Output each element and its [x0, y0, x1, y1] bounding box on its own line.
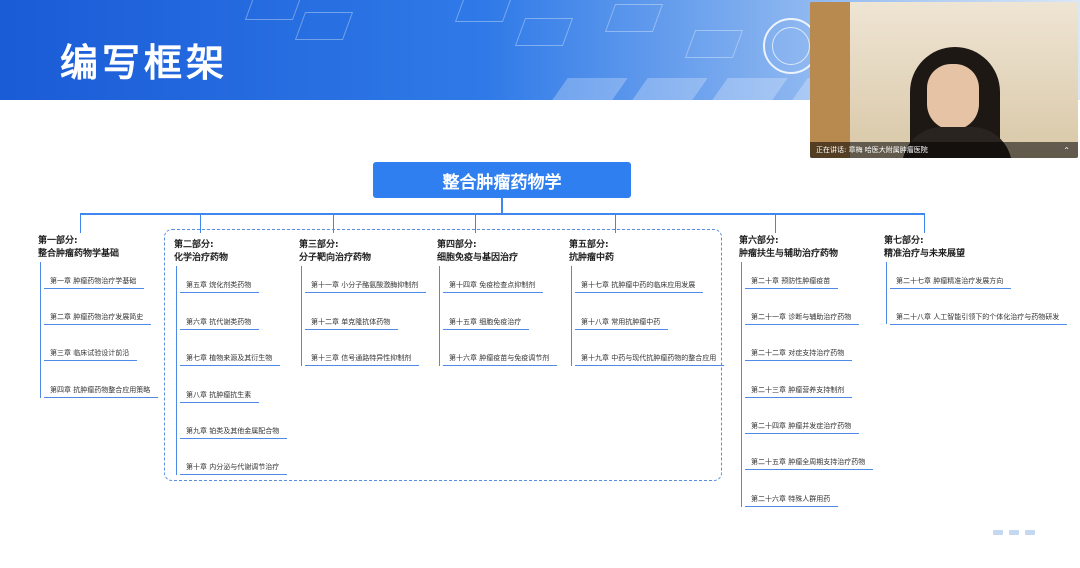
part-name: 细胞免疫与基因治疗 [437, 253, 519, 263]
chapter-item: 第六章 抗代谢类药物 [180, 317, 260, 330]
pager-dot [993, 530, 1003, 535]
chapter-item: 第二十七章 肿瘤精准治疗发展方向 [890, 276, 1012, 289]
slide-title: 编写框架 [60, 41, 229, 85]
chapter-item: 第十五章 细胞免疫治疗 [443, 317, 530, 330]
part-label: 第二部分: [174, 240, 214, 250]
part-name: 肿瘤扶生与辅助治疗药物 [739, 249, 839, 259]
root-connector [501, 198, 503, 214]
chapter-item: 第十九章 中药与现代抗肿瘤药物的整合应用 [575, 353, 725, 366]
chapter-item: 第十七章 抗肿瘤中药的临床应用发展 [575, 280, 704, 293]
chapter-item: 第二十三章 肿瘤营养支持制剂 [745, 385, 853, 398]
part-label: 第三部分: [299, 240, 339, 250]
part-1-stem [40, 262, 41, 398]
chapter-item: 第七章 植物来源及其衍生物 [180, 353, 281, 366]
chapter-item: 第二章 肿瘤药物治疗发展简史 [44, 312, 152, 325]
part-4-header: 第四部分: 细胞免疫与基因治疗 [437, 239, 518, 265]
chapter-item: 第十章 内分泌与代谢调节治疗 [180, 462, 288, 475]
part-name: 分子靶向治疗药物 [299, 253, 372, 263]
part-name: 精准治疗与未来展望 [884, 249, 966, 259]
mindmap-root-node: 整合肿瘤药物学 [373, 162, 631, 198]
chapter-item: 第十六章 肿瘤疫苗与免疫调节剂 [443, 353, 558, 366]
part-3-stem [301, 266, 302, 366]
chapter-item: 第二十四章 肿瘤并发症治疗药物 [745, 421, 860, 434]
part-6-header: 第六部分: 肿瘤扶生与辅助治疗药物 [739, 235, 838, 261]
pager-dot [1009, 530, 1019, 535]
chapter-item: 第二十一章 诊断与辅助治疗药物 [745, 312, 860, 325]
part-5-stem [571, 266, 572, 366]
chapter-item: 第二十二章 对症支持治疗药物 [745, 348, 853, 361]
part-7-header: 第七部分: 精准治疗与未来展望 [884, 235, 965, 261]
slide-pager-dots [993, 530, 1035, 535]
part-1-header: 第一部分: 整合肿瘤药物学基础 [38, 235, 119, 261]
chapter-item: 第二十八章 人工智能引领下的个体化治疗与药物研发 [890, 312, 1068, 325]
speaker-video-panel[interactable]: 正在讲话: 章梅 哈医大附属肿瘤医院 ⌃ [810, 2, 1078, 158]
part-name: 化学治疗药物 [174, 253, 229, 263]
part-name: 整合肿瘤药物学基础 [38, 249, 120, 259]
chapter-item: 第一章 肿瘤药物治疗学基础 [44, 276, 145, 289]
chapter-item: 第九章 铂类及其他金属配合物 [180, 426, 288, 439]
part-2-stem [176, 266, 177, 475]
chapter-item: 第四章 抗肿瘤药物整合应用策略 [44, 385, 159, 398]
part-6-stem [741, 262, 742, 507]
branch-drop-1 [80, 213, 81, 233]
part-2-header: 第二部分: 化学治疗药物 [174, 239, 228, 265]
chapter-item: 第十八章 常用抗肿瘤中药 [575, 317, 669, 330]
chapter-item: 第二十六章 特殊人群用药 [745, 494, 839, 507]
part-5-header: 第五部分: 抗肿瘤中药 [569, 239, 614, 265]
part-7-stem [886, 262, 887, 324]
branch-drop-6 [775, 213, 776, 233]
part-4-stem [439, 266, 440, 366]
chapter-item: 第八章 抗肿瘤抗生素 [180, 390, 260, 403]
part-label: 第一部分: [38, 236, 78, 246]
chapter-item: 第二十五章 肿瘤全周期支持治疗药物 [745, 457, 874, 470]
chapter-item: 第三章 临床试验设计前沿 [44, 348, 138, 361]
chapter-item: 第十四章 免疫检查点抑制剂 [443, 280, 544, 293]
branch-drop-7 [924, 213, 925, 233]
speaker-caption: 正在讲话: 章梅 哈医大附属肿瘤医院 [810, 142, 1078, 158]
part-label: 第六部分: [739, 236, 779, 246]
pager-dot [1025, 530, 1035, 535]
chapter-item: 第二十章 预防性肿瘤疫苗 [745, 276, 839, 289]
part-label: 第七部分: [884, 236, 924, 246]
chapter-item: 第十三章 信号通路特异性抑制剂 [305, 353, 420, 366]
part-label: 第五部分: [569, 240, 609, 250]
part-name: 抗肿瘤中药 [569, 253, 615, 263]
branch-connector [80, 213, 925, 215]
chapter-item: 第五章 烷化剂类药物 [180, 280, 260, 293]
part-3-header: 第三部分: 分子靶向治疗药物 [299, 239, 371, 265]
chapter-item: 第十一章 小分子酪氨酸激酶抑制剂 [305, 280, 427, 293]
part-label: 第四部分: [437, 240, 477, 250]
chevron-up-icon[interactable]: ⌃ [1063, 146, 1070, 155]
chapter-item: 第十二章 单克隆抗体药物 [305, 317, 399, 330]
